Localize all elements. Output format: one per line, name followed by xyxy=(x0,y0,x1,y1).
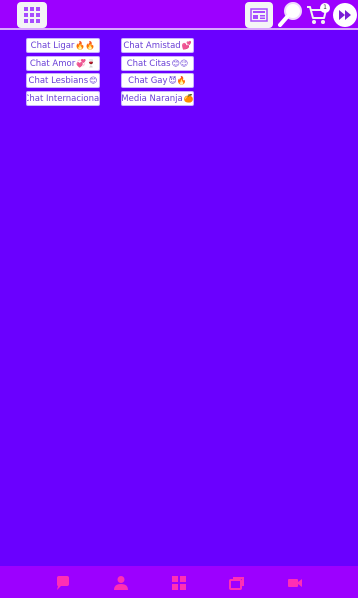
room-label: Chat Gay xyxy=(128,75,168,86)
grid-icon[interactable] xyxy=(171,575,187,591)
room-chat-amistad[interactable]: Chat Amistad 💕 xyxy=(121,38,194,53)
room-label: Chat Internacional xyxy=(26,93,100,104)
room-label: Chat Lesbians xyxy=(28,75,89,86)
room-label: Chat Citas xyxy=(126,58,171,69)
room-emoji: 😊😉 xyxy=(171,59,189,68)
rooms-icon[interactable] xyxy=(229,575,245,591)
video-icon[interactable] xyxy=(287,575,303,591)
room-emoji: 🍊 xyxy=(183,94,194,103)
room-label: Chat Amistad xyxy=(123,40,181,51)
menu-button[interactable] xyxy=(17,2,47,28)
bottom-bar xyxy=(0,566,358,598)
room-chat-gay[interactable]: Chat Gay 😈🔥 xyxy=(121,73,194,88)
search-icon[interactable] xyxy=(278,1,304,27)
room-media-naranja[interactable]: Media Naranja 🍊 xyxy=(121,91,194,106)
cart-count-badge: 1 xyxy=(320,3,330,13)
news-button[interactable] xyxy=(245,2,273,28)
room-emoji: 🔥🔥 xyxy=(75,41,96,50)
room-label: Media Naranja xyxy=(121,93,183,104)
room-chat-internacional[interactable]: Chat Internacional xyxy=(26,91,100,106)
room-chat-amor[interactable]: Chat Amor 💞🍷 xyxy=(26,56,100,71)
room-emoji: 😊 xyxy=(89,76,98,85)
room-emoji: 😈🔥 xyxy=(168,76,187,85)
room-chat-citas[interactable]: Chat Citas 😊😉 xyxy=(121,56,194,71)
room-chat-lesbians[interactable]: Chat Lesbians 😊 xyxy=(26,73,100,88)
user-icon[interactable] xyxy=(113,575,129,591)
room-emoji: 💞🍷 xyxy=(76,59,97,68)
room-chat-ligar[interactable]: Chat Ligar 🔥🔥 xyxy=(26,38,100,53)
chat-icon[interactable] xyxy=(55,575,71,591)
room-label: Chat Ligar xyxy=(30,40,75,51)
room-emoji: 💕 xyxy=(181,41,192,50)
top-bar: 1 xyxy=(0,0,358,30)
news-icon xyxy=(250,8,268,22)
room-label: Chat Amor xyxy=(29,58,76,69)
menu-grid-icon xyxy=(24,7,40,23)
forward-arrow-icon[interactable] xyxy=(332,2,358,28)
